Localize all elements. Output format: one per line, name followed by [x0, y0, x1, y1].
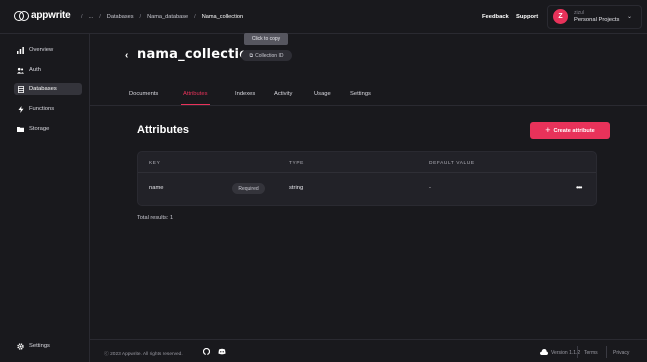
- sidebar-item-settings[interactable]: Settings: [17, 340, 50, 352]
- sidebar-item-label: Overview: [29, 47, 54, 53]
- gear-icon: [17, 342, 24, 350]
- page-title: nama_collection: [137, 47, 258, 62]
- sidebar-item-overview[interactable]: Overview: [17, 44, 53, 56]
- user-name: zizul: [574, 10, 585, 16]
- tab-settings[interactable]: Settings: [350, 91, 371, 97]
- table-header: KEY TYPE DEFAULT VALUE: [138, 152, 596, 173]
- column-header-key: KEY: [149, 161, 161, 166]
- breadcrumb-database[interactable]: Nama_database: [147, 14, 188, 20]
- breadcrumb-ellipsis[interactable]: ...: [89, 14, 94, 20]
- attribute-type: string: [289, 185, 304, 191]
- footer-divider: [606, 346, 607, 358]
- tab-bar: Documents Attributes Indexes Activity Us…: [90, 88, 647, 106]
- required-badge: Required: [232, 183, 265, 194]
- sidebar-item-label: Settings: [29, 343, 50, 349]
- sidebar-item-label: Auth: [29, 67, 41, 73]
- footer: ⓒ 2023 Appwrite. All rights reserved. Ve…: [90, 339, 647, 362]
- collection-id-label: Collection ID: [255, 52, 284, 59]
- tab-documents[interactable]: Documents: [129, 91, 158, 97]
- tab-activity[interactable]: Activity: [274, 91, 292, 97]
- appwrite-logo[interactable]: appwrite: [14, 10, 71, 21]
- top-bar: appwrite / ... / Databases / Nama_databa…: [0, 0, 647, 34]
- breadcrumb-separator: /: [139, 14, 142, 20]
- tab-indexes[interactable]: Indexes: [235, 91, 255, 97]
- feedback-button[interactable]: Feedback: [482, 14, 509, 20]
- copy-tooltip: Click to copy: [244, 33, 288, 45]
- create-attribute-label: Create attribute: [553, 127, 595, 134]
- project-name: Personal Projects: [574, 17, 620, 23]
- github-icon[interactable]: [202, 347, 211, 357]
- create-attribute-button[interactable]: + Create attribute: [530, 122, 610, 139]
- terms-link[interactable]: Terms: [584, 350, 598, 356]
- privacy-link[interactable]: Privacy: [613, 350, 629, 356]
- more-options-icon[interactable]: •••: [576, 183, 582, 192]
- support-button[interactable]: Support: [516, 14, 538, 20]
- active-tab-indicator: [181, 104, 210, 105]
- database-icon: [17, 85, 24, 93]
- logo-text: appwrite: [31, 10, 71, 21]
- version-text: Version 1.1.2: [551, 350, 581, 356]
- breadcrumb-collection[interactable]: Nama_collection: [202, 14, 243, 20]
- copy-icon: ⧉: [249, 52, 254, 59]
- column-header-type: TYPE: [289, 161, 304, 166]
- lightning-icon: [17, 105, 24, 113]
- back-chevron-icon[interactable]: ‹: [125, 50, 128, 61]
- breadcrumb-separator: /: [99, 14, 101, 20]
- sidebar-item-functions[interactable]: Functions: [17, 103, 54, 115]
- sidebar-item-label: Functions: [29, 106, 55, 112]
- users-icon: [17, 67, 24, 74]
- tab-usage[interactable]: Usage: [314, 91, 331, 97]
- total-results: Total results: 1: [137, 215, 174, 221]
- collection-id-button[interactable]: ⧉ Collection ID: [241, 50, 292, 61]
- plus-icon: +: [545, 125, 551, 135]
- sidebar-item-label: Databases: [29, 86, 57, 92]
- breadcrumb-separator: /: [194, 14, 196, 20]
- avatar: Z: [553, 9, 568, 24]
- attribute-default: -: [429, 185, 431, 191]
- copyright-text: ⓒ 2023 Appwrite. All rights reserved.: [104, 352, 183, 357]
- column-header-default: DEFAULT VALUE: [429, 161, 475, 166]
- chart-icon: [17, 46, 24, 54]
- tab-attributes[interactable]: Attributes: [183, 91, 208, 97]
- discord-icon[interactable]: [218, 348, 226, 357]
- section-heading: Attributes: [137, 124, 189, 136]
- attributes-table: KEY TYPE DEFAULT VALUE name Required str…: [137, 151, 597, 206]
- breadcrumb: / ... / Databases / Nama_database / Nama…: [81, 14, 243, 20]
- sidebar-item-auth[interactable]: Auth: [17, 64, 41, 76]
- appwrite-logo-icon: [14, 11, 29, 21]
- version-info: Version 1.1.2: [540, 349, 580, 357]
- cloud-icon: [540, 349, 548, 357]
- chevron-down-icon: ⌄: [627, 14, 633, 20]
- sidebar-item-storage[interactable]: Storage: [17, 123, 49, 135]
- folder-icon: [17, 126, 24, 132]
- sidebar-item-databases[interactable]: Databases: [14, 83, 82, 95]
- breadcrumb-databases[interactable]: Databases: [107, 14, 134, 20]
- footer-divider: [577, 346, 578, 358]
- attribute-key[interactable]: name: [149, 185, 164, 191]
- breadcrumb-separator: /: [81, 14, 83, 20]
- sidebar: Overview Auth Databases Functions Storag…: [0, 34, 90, 362]
- sidebar-item-label: Storage: [29, 126, 50, 132]
